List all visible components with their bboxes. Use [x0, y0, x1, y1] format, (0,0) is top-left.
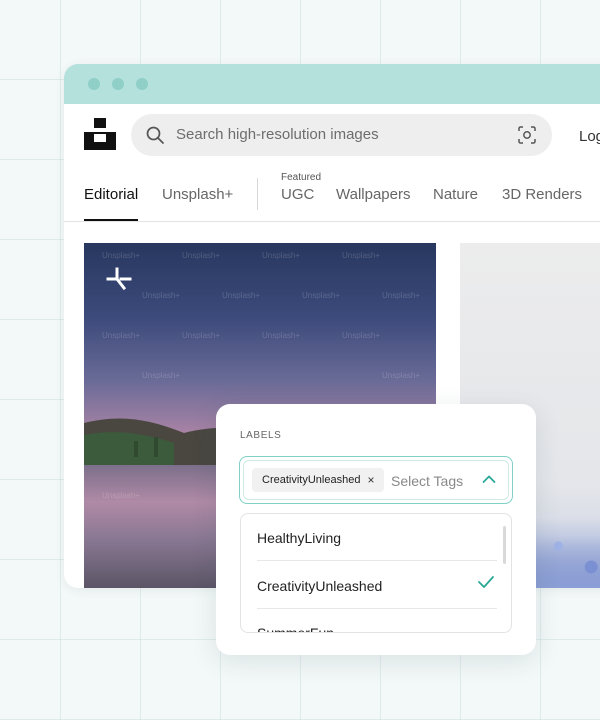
- window-maximize-dot[interactable]: [136, 78, 148, 90]
- tags-dropdown-list: HealthyLiving CreativityUnleashed Summer…: [240, 513, 512, 633]
- login-link[interactable]: Log: [579, 128, 600, 145]
- selected-tag-chip: CreativityUnleashed ×: [252, 468, 385, 492]
- topic-tabs: Editorial Unsplash+ Featured UGC Wallpap…: [64, 168, 600, 222]
- selected-tag-label: CreativityUnleashed: [262, 474, 361, 486]
- list-item[interactable]: SummerFun: [257, 625, 334, 632]
- watermark: Unsplash+: [182, 331, 221, 340]
- remove-tag-icon[interactable]: ×: [367, 473, 374, 487]
- search-input[interactable]: Search high-resolution images: [176, 126, 379, 143]
- watermark: Unsplash+: [382, 291, 421, 300]
- tags-select[interactable]: CreativityUnleashed × Select Tags: [239, 456, 513, 504]
- tabs-divider: [257, 178, 258, 210]
- tab-unsplash-plus[interactable]: Unsplash+: [162, 186, 233, 203]
- watermark: Unsplash+: [342, 331, 381, 340]
- watermark: Unsplash+: [382, 371, 421, 380]
- labels-title: LABELS: [240, 430, 282, 441]
- active-tab-indicator: [84, 219, 138, 221]
- list-item[interactable]: CreativityUnleashed: [257, 578, 382, 594]
- watermark: Unsplash+: [182, 251, 221, 260]
- labels-panel: LABELS CreativityUnleashed × Select Tags…: [216, 404, 536, 655]
- site-header: Search high-resolution images Log: [64, 104, 600, 168]
- watermark: Unsplash+: [342, 251, 381, 260]
- list-item[interactable]: HealthyLiving: [257, 530, 341, 546]
- tab-nature[interactable]: Nature: [433, 186, 478, 203]
- unsplash-logo[interactable]: [84, 118, 116, 150]
- search-icon: [146, 126, 164, 144]
- watermark: Unsplash+: [302, 291, 341, 300]
- watermark: Unsplash+: [102, 491, 141, 500]
- watermark: Unsplash+: [102, 331, 141, 340]
- tags-search-input[interactable]: Select Tags: [391, 473, 463, 489]
- check-icon: [478, 576, 494, 588]
- window-minimize-dot[interactable]: [112, 78, 124, 90]
- watermark: Unsplash+: [142, 371, 181, 380]
- dropdown-scrollbar[interactable]: [503, 526, 506, 564]
- window-close-dot[interactable]: [88, 78, 100, 90]
- window-titlebar: [64, 64, 600, 104]
- list-divider: [257, 608, 497, 609]
- watermark: Unsplash+: [262, 331, 301, 340]
- watermark: Unsplash+: [222, 291, 261, 300]
- chevron-up-icon[interactable]: [482, 474, 496, 484]
- visual-search-icon[interactable]: [518, 126, 536, 144]
- list-divider: [257, 560, 497, 561]
- tab-wallpapers[interactable]: Wallpapers: [336, 186, 410, 203]
- featured-badge: Featured: [281, 172, 322, 183]
- tab-editorial[interactable]: Editorial: [84, 186, 138, 203]
- unsplash-plus-icon: [106, 267, 132, 291]
- watermark: Unsplash+: [142, 291, 181, 300]
- watermark: Unsplash+: [262, 251, 301, 260]
- tab-ugc[interactable]: UGC: [281, 186, 314, 203]
- search-bar[interactable]: Search high-resolution images: [131, 114, 552, 156]
- watermark: Unsplash+: [102, 251, 141, 260]
- tab-3d-renders[interactable]: 3D Renders: [502, 186, 582, 203]
